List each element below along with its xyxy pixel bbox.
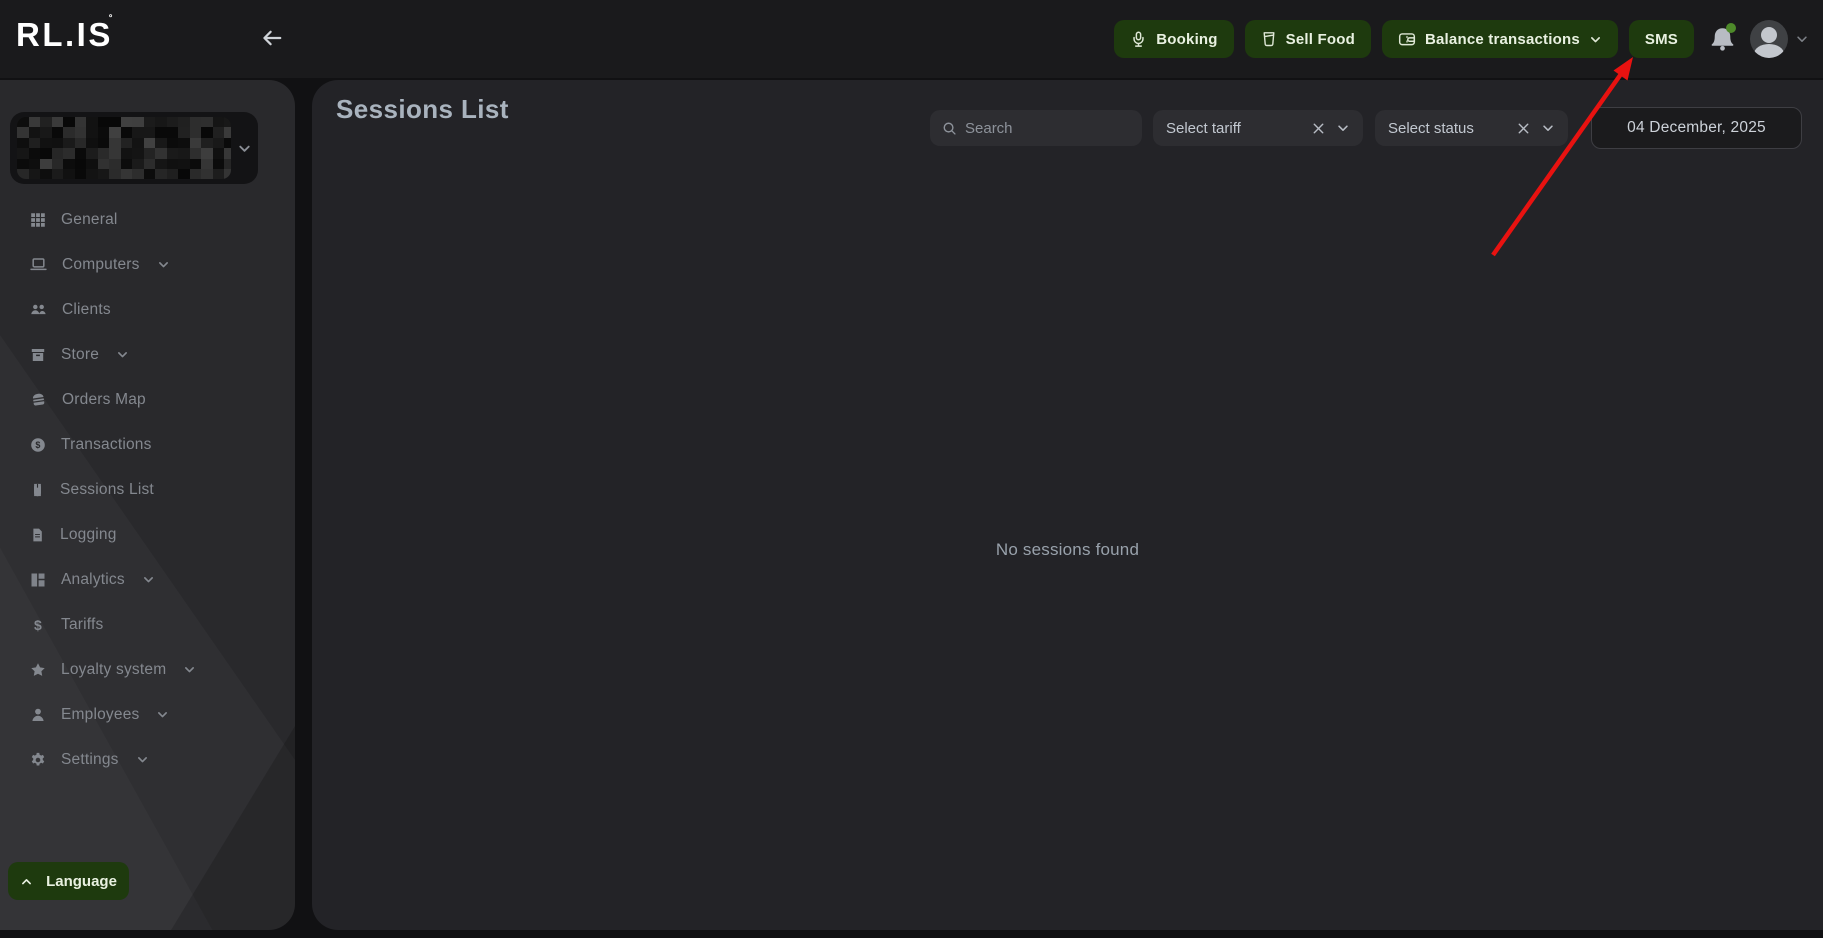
- sidebar-item-label: Settings: [61, 751, 119, 769]
- search-field[interactable]: [930, 110, 1142, 146]
- chevron-down-icon: [142, 573, 155, 586]
- sidebar-item-label: Tariffs: [61, 616, 103, 634]
- sidebar-item-settings[interactable]: Settings: [0, 737, 295, 782]
- user-menu[interactable]: [1750, 20, 1809, 58]
- status-select[interactable]: Select status: [1375, 110, 1568, 146]
- club-selector[interactable]: [10, 112, 258, 184]
- app-logo: RL.IS˚: [16, 13, 115, 54]
- sidebar-item-loyalty-system[interactable]: Loyalty system: [0, 647, 295, 692]
- chevron-down-icon: [1541, 121, 1555, 135]
- burger-icon: [30, 391, 47, 408]
- svg-text:$: $: [35, 440, 40, 450]
- clear-icon[interactable]: [1516, 121, 1531, 136]
- sms-label: SMS: [1645, 31, 1678, 48]
- sidebar-item-tariffs[interactable]: $ Tariffs: [0, 602, 295, 647]
- tariff-select-placeholder: Select tariff: [1166, 120, 1311, 137]
- sidebar-nav: General Computers Clients Store Orders M…: [0, 197, 295, 782]
- box-icon: [30, 347, 46, 363]
- clear-icon[interactable]: [1311, 121, 1326, 136]
- chevron-down-icon: [156, 708, 169, 721]
- chevron-down-icon: [183, 663, 196, 676]
- sms-button[interactable]: SMS: [1629, 20, 1694, 58]
- sidebar-item-sessions-list[interactable]: Sessions List: [0, 467, 295, 512]
- sidebar-item-label: Computers: [62, 256, 140, 274]
- notifications-button[interactable]: [1705, 22, 1739, 56]
- sidebar-item-analytics[interactable]: Analytics: [0, 557, 295, 602]
- chevron-up-icon: [20, 875, 33, 888]
- date-picker[interactable]: 04 December, 2025: [1591, 107, 1802, 149]
- dollar-icon: $: [30, 617, 46, 633]
- sidebar-item-label: Orders Map: [62, 391, 146, 409]
- language-label: Language: [46, 873, 117, 890]
- booking-button[interactable]: Booking: [1114, 20, 1233, 58]
- chevron-down-icon: [1795, 32, 1809, 46]
- chevron-down-icon: [136, 753, 149, 766]
- sidebar-item-label: Logging: [60, 526, 117, 544]
- dollar-circle-icon: $: [30, 437, 46, 453]
- mouse-icon: [30, 482, 45, 498]
- balance-transactions-button[interactable]: Balance transactions: [1382, 20, 1618, 58]
- balance-transactions-label: Balance transactions: [1425, 31, 1580, 48]
- notification-dot: [1726, 23, 1736, 33]
- chevron-down-icon: [1336, 121, 1350, 135]
- people-icon: [30, 301, 47, 318]
- search-icon: [942, 121, 957, 136]
- chevron-down-icon: [157, 258, 170, 271]
- chart-icon: [30, 572, 46, 588]
- sidebar-item-clients[interactable]: Clients: [0, 287, 295, 332]
- sidebar-item-label: Employees: [61, 706, 139, 724]
- person-icon: [30, 707, 46, 723]
- back-button[interactable]: [258, 24, 286, 52]
- date-value: 04 December, 2025: [1627, 119, 1766, 137]
- empty-state-message: No sessions found: [312, 540, 1823, 560]
- language-button[interactable]: Language: [8, 862, 129, 900]
- sidebar-item-logging[interactable]: Logging: [0, 512, 295, 557]
- avatar: [1750, 20, 1788, 58]
- laptop-icon: [30, 256, 47, 273]
- svg-text:$: $: [34, 617, 42, 633]
- arrow-left-icon: [261, 27, 283, 49]
- sidebar-item-orders-map[interactable]: Orders Map: [0, 377, 295, 422]
- sidebar-item-label: Clients: [62, 301, 111, 319]
- sidebar-item-label: Sessions List: [60, 481, 154, 499]
- sidebar-item-general[interactable]: General: [0, 197, 295, 242]
- chevron-down-icon: [237, 141, 252, 156]
- sidebar-item-employees[interactable]: Employees: [0, 692, 295, 737]
- search-input[interactable]: [965, 120, 1115, 137]
- main-panel: Sessions List Select tariff Select statu…: [312, 80, 1823, 930]
- redacted-club-name: [17, 117, 231, 179]
- tariff-select[interactable]: Select tariff: [1153, 110, 1363, 146]
- star-icon: [30, 662, 46, 678]
- top-bar: RL.IS˚ Booking Sell Food Balance transac…: [0, 0, 1823, 78]
- wallet-icon: [1398, 30, 1416, 48]
- booking-label: Booking: [1156, 31, 1217, 48]
- sidebar-item-computers[interactable]: Computers: [0, 242, 295, 287]
- chevron-down-icon: [116, 348, 129, 361]
- status-select-placeholder: Select status: [1388, 120, 1516, 137]
- gear-icon: [30, 752, 46, 768]
- topbar-actions: Booking Sell Food Balance transactions S…: [1114, 20, 1809, 58]
- sidebar: General Computers Clients Store Orders M…: [0, 80, 295, 930]
- sell-food-button[interactable]: Sell Food: [1245, 20, 1371, 58]
- sidebar-item-label: General: [61, 211, 118, 229]
- sidebar-item-label: Analytics: [61, 571, 125, 589]
- sidebar-item-store[interactable]: Store: [0, 332, 295, 377]
- document-icon: [30, 527, 45, 543]
- cup-icon: [1261, 31, 1277, 47]
- microphone-icon: [1130, 31, 1147, 48]
- chevron-down-icon: [1589, 33, 1602, 46]
- page-title: Sessions List: [336, 94, 509, 125]
- sidebar-item-label: Loyalty system: [61, 661, 166, 679]
- sell-food-label: Sell Food: [1286, 31, 1355, 48]
- logo-trademark-dot: ˚: [109, 13, 116, 27]
- sidebar-item-label: Transactions: [61, 436, 152, 454]
- grid-icon: [30, 212, 46, 228]
- sidebar-item-transactions[interactable]: $ Transactions: [0, 422, 295, 467]
- sidebar-item-label: Store: [61, 346, 99, 364]
